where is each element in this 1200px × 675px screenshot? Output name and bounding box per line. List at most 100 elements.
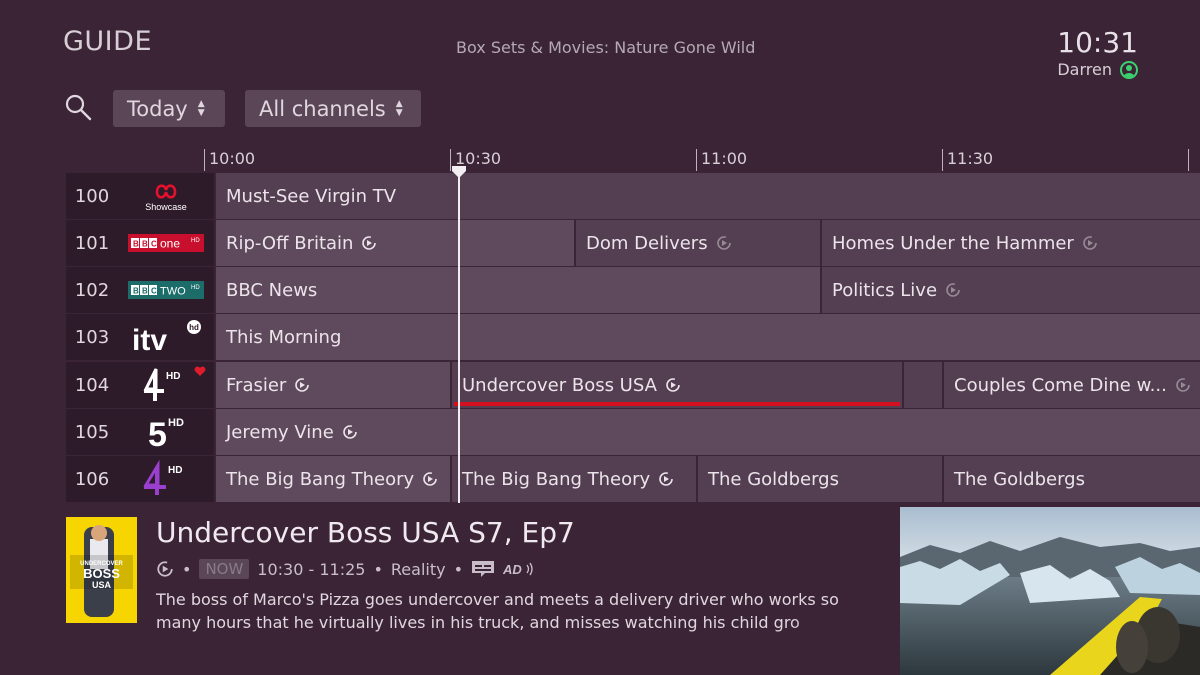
programme-cell[interactable]: The Big Bang Theory (216, 456, 450, 502)
up-down-arrows-icon: ▲ ▼ (197, 98, 205, 118)
time-tick: 10:00 (204, 149, 255, 171)
channel-number: 104 (74, 374, 110, 396)
programme-cell[interactable]: Jeremy Vine (216, 409, 1200, 455)
svg-text:HD: HD (191, 285, 200, 291)
separator-dot: • (453, 559, 464, 579)
series-link-icon (1176, 378, 1190, 392)
showcase-logo-text: Showcase (145, 202, 187, 212)
search-icon[interactable] (64, 93, 92, 121)
programme-title: Undercover Boss USA (462, 374, 657, 396)
favourite-heart-icon (194, 366, 206, 376)
channel-number: 105 (74, 421, 110, 443)
programme-cell[interactable]: Politics Live (822, 267, 1200, 313)
programme-cell[interactable]: The Goldbergs (944, 456, 1200, 502)
showcase-logo: Showcase (118, 173, 214, 219)
itv-logo: itv hd (118, 314, 214, 360)
programme-title: Rip-Off Britain (226, 232, 354, 254)
programme-title: Must-See Virgin TV (226, 185, 397, 207)
series-link-icon (1083, 236, 1097, 250)
programme-cell[interactable]: The Goldbergs (698, 456, 942, 502)
svg-text:HD: HD (166, 371, 180, 382)
programme-poster: UNDERCOVER BOSS USA (66, 517, 137, 623)
programme-cell[interactable]: BBC News (216, 267, 820, 313)
clock: 10:31 (1057, 26, 1138, 59)
svg-text:5: 5 (148, 416, 167, 452)
series-link-icon (716, 236, 731, 250)
series-link-icon (157, 561, 173, 577)
channel-row: 102 B B C TWO HD BBC News Politics Live (66, 267, 1200, 313)
current-time-line (458, 170, 460, 503)
svg-text:C: C (151, 287, 157, 296)
channel-number: 106 (74, 468, 110, 490)
programme-title: BBC News (226, 279, 318, 301)
programme-title: The Big Bang Theory (462, 468, 651, 490)
programme-cell[interactable]: This Morning (216, 314, 1200, 360)
channel-row: 100 Showcase Must-See Virgin TV (66, 173, 1200, 219)
svg-text:B: B (133, 240, 139, 249)
programme-details-title: Undercover Boss USA S7, Ep7 (156, 516, 575, 549)
programme-title: Couples Come Dine w... (954, 374, 1167, 396)
programme-cell[interactable]: Homes Under the Hammer (822, 220, 1200, 266)
user-profile[interactable]: Darren (1057, 60, 1138, 79)
svg-text:BOSS: BOSS (83, 566, 120, 581)
separator-dot: • (373, 559, 383, 579)
programme-cell[interactable]: Must-See Virgin TV (216, 173, 1200, 219)
time-tick: 11:30 (942, 149, 993, 171)
now-playing-subtitle: Box Sets & Movies: Nature Gone Wild (456, 38, 756, 57)
bbc-two-logo: B B C TWO HD (118, 267, 214, 313)
svg-text:HD: HD (168, 417, 184, 429)
programme-title: The Goldbergs (954, 468, 1085, 490)
channel-number: 100 (74, 185, 110, 207)
channel-row: 101 B B C one HD Rip-Off Britain Dom Del… (66, 220, 1200, 266)
programme-description: The boss of Marco's Pizza goes undercove… (156, 590, 839, 632)
svg-text:USA: USA (92, 580, 112, 590)
programme-cell[interactable] (904, 362, 942, 408)
series-link-icon (659, 472, 673, 486)
svg-text:B: B (142, 287, 148, 296)
e4-logo: HD (118, 456, 214, 502)
programme-genre: Reality (390, 559, 446, 579)
svg-text:itv: itv (132, 324, 167, 357)
series-link-icon (423, 472, 437, 486)
channel-row: 106 HD The Big Bang Theory The Big Bang … (66, 456, 1200, 502)
series-link-icon (666, 378, 680, 392)
programme-time: 10:30 - 11:25 (257, 559, 366, 579)
now-badge: NOW (199, 559, 250, 579)
series-link-icon (342, 425, 357, 439)
separator-dot: • (182, 559, 192, 579)
svg-text:C: C (151, 240, 157, 249)
programme-title: The Big Bang Theory (226, 468, 415, 490)
up-down-arrows-icon: ▲ ▼ (395, 98, 403, 118)
programme-cell[interactable]: Rip-Off Britain (216, 220, 574, 266)
series-link-icon (362, 236, 377, 250)
programme-cell[interactable]: Dom Delivers (576, 220, 820, 266)
day-dropdown-label: Today (127, 96, 188, 121)
programme-cell[interactable]: Couples Come Dine w... (944, 362, 1200, 408)
channels-dropdown[interactable]: All channels ▲ ▼ (245, 90, 421, 127)
programme-meta: • NOW 10:30 - 11:25 • Reality • AD (156, 557, 537, 581)
live-preview-video[interactable] (900, 507, 1200, 675)
programme-cell-selected[interactable]: Undercover Boss USA (452, 362, 902, 408)
programme-title: Jeremy Vine (226, 421, 334, 443)
channel-number: 102 (74, 279, 110, 301)
svg-text:HD: HD (168, 465, 182, 476)
day-dropdown[interactable]: Today ▲ ▼ (113, 90, 225, 127)
programme-cell[interactable]: Frasier (216, 362, 450, 408)
svg-text:one: one (160, 237, 180, 251)
audio-description-icon: AD (503, 562, 533, 577)
channel5-logo: 5 HD (118, 409, 214, 455)
series-link-icon (295, 378, 310, 392)
programme-title: The Goldbergs (708, 468, 839, 490)
programme-title: Frasier (226, 374, 287, 396)
channel-row: 104 HD Frasier Undercover Boss USA Coupl… (66, 362, 1200, 408)
channel-row: 105 5 HD Jeremy Vine (66, 409, 1200, 455)
programme-title: Politics Live (832, 279, 938, 301)
subtitles-icon (472, 561, 495, 577)
programme-cell[interactable]: The Big Bang Theory (452, 456, 696, 502)
svg-text:TWO: TWO (160, 286, 186, 298)
channels-dropdown-label: All channels (259, 96, 386, 121)
programme-title: This Morning (226, 326, 342, 348)
channel-number: 101 (74, 232, 110, 254)
page-title: GUIDE (63, 26, 152, 57)
time-tick: 11:00 (696, 149, 747, 171)
